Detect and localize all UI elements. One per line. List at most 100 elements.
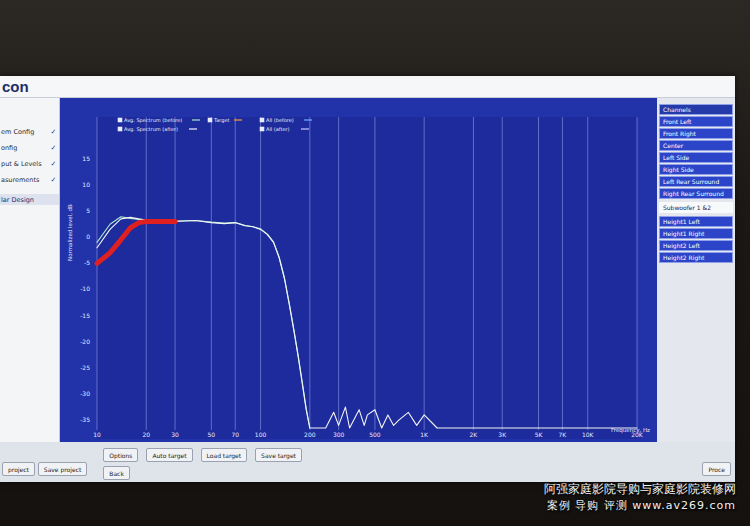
channel-button[interactable]: Height2 Right <box>659 252 733 263</box>
y-tick-label: 5 <box>86 207 90 214</box>
y-tick-label: -10 <box>80 285 90 292</box>
channel-button[interactable]: Subwoofer 1 &2 <box>659 202 733 213</box>
legend-checkbox <box>260 118 264 122</box>
sidebar-item[interactable]: lar Design <box>0 194 59 205</box>
legend-swatch <box>304 119 312 120</box>
y-tick-label: 10 <box>82 181 90 188</box>
grid-line <box>175 117 176 430</box>
grid-line <box>260 117 261 430</box>
grid-line <box>235 117 236 430</box>
channel-button[interactable]: Left Side <box>659 152 733 163</box>
x-tick-label: 100 <box>255 431 267 438</box>
x-tick-label: 1K <box>420 431 429 438</box>
response-curve <box>97 217 637 428</box>
legend-checkbox <box>260 127 264 131</box>
y-tick-label: -30 <box>80 390 90 397</box>
channel-button[interactable]: Height1 Right <box>659 228 733 239</box>
watermark-subtitle: 案例 导购 评测 www.av269.com <box>544 498 736 515</box>
channel-button[interactable]: Right Rear Surround <box>659 188 733 199</box>
chart-button[interactable]: Auto target <box>146 448 192 462</box>
plot-area <box>97 117 637 439</box>
channel-button[interactable]: Left Rear Surround <box>659 176 733 187</box>
sidebar-item[interactable]: put & Levels✓ <box>0 158 59 169</box>
channel-button[interactable]: Center <box>659 140 733 151</box>
channel-button[interactable]: Right Side <box>659 164 733 175</box>
y-tick-label: -35 <box>80 416 90 423</box>
chart-button[interactable]: Options <box>103 448 138 462</box>
watermark: 阿强家庭影院导购与家庭影院装修网案例 导购 评测 www.av269.com <box>544 480 736 515</box>
chart-panel: 10203050701002003005001K2K3K5K7K10K20K15… <box>60 98 657 442</box>
legend-label: All (before) <box>266 117 294 123</box>
title-bar: con <box>0 76 735 98</box>
main-area: em Config ✓ onfig ✓ put & Levels✓ asurements ✓… <box>0 98 735 442</box>
grid-line <box>587 117 588 430</box>
x-tick-label: 3K <box>498 431 507 438</box>
x-tick-label: 7K <box>559 431 568 438</box>
step-sidebar: em Config ✓ onfig ✓ put & Levels✓ asurements ✓… <box>0 98 60 442</box>
back-button[interactable]: Back <box>103 466 130 480</box>
grid-line <box>424 117 425 430</box>
x-tick-label: 50 <box>208 431 216 438</box>
legend-item[interactable]: All (after) <box>260 126 309 132</box>
sidebar-item[interactable]: onfig ✓ <box>0 142 59 153</box>
chart-button[interactable]: Save target <box>255 448 302 462</box>
step-label: asurements <box>1 176 39 184</box>
legend-item[interactable]: Avg. Spectrum (after) <box>118 126 197 133</box>
proceed-button[interactable]: Proce <box>702 462 731 476</box>
legend-swatch <box>301 128 309 129</box>
chart-controls: Options Auto target Load target Save target… <box>93 448 696 480</box>
target-annotation <box>97 222 175 264</box>
grid-line <box>502 117 503 430</box>
x-tick-label: 30 <box>171 431 179 438</box>
sidebar-item[interactable]: asurements ✓ <box>0 174 59 185</box>
y-tick-label: 0 <box>86 233 90 240</box>
frequency-chart: 10203050701002003005001K2K3K5K7K10K20K15… <box>60 110 657 442</box>
grid-line <box>637 117 638 430</box>
grid-line <box>374 117 375 430</box>
legend-label: All (after) <box>266 126 290 132</box>
x-tick-label: 200 <box>304 431 316 438</box>
legend-item[interactable]: Target <box>208 117 242 124</box>
channel-button[interactable]: Height2 Left <box>659 240 733 251</box>
chart-button[interactable]: Load target <box>201 448 248 462</box>
check-icon: ✓ <box>50 176 57 184</box>
channel-list: ChannelsFront LeftFront RightCenterLeft … <box>657 98 735 442</box>
y-tick-label: 15 <box>82 155 90 162</box>
project-button[interactable]: Save project <box>38 462 87 476</box>
legend-swatch <box>192 119 200 120</box>
legend-item[interactable]: Avg. Spectrum (before) <box>118 117 200 124</box>
legend-label: Target <box>213 117 230 124</box>
y-tick-label: -15 <box>80 312 90 319</box>
y-tick-label: -5 <box>84 259 90 266</box>
y-tick-label: -25 <box>80 364 90 371</box>
grid-line <box>309 117 310 430</box>
step-label: onfig <box>1 144 17 152</box>
check-icon: ✓ <box>50 144 57 152</box>
grid-line <box>538 117 539 430</box>
channel-header: Channels <box>659 104 733 115</box>
watermark-title: 阿强家庭影院导购与家庭影院装修网 <box>544 480 736 498</box>
channel-button[interactable]: Front Left <box>659 116 733 127</box>
back-row: Back <box>93 462 696 480</box>
legend-item[interactable]: All (before) <box>260 117 312 123</box>
sidebar-item[interactable]: em Config ✓ <box>0 126 59 137</box>
x-tick-label: 10 <box>93 431 101 438</box>
legend-swatch <box>189 128 197 129</box>
check-icon: ✓ <box>50 128 57 136</box>
x-tick-label: 20 <box>142 431 150 438</box>
app-logo: con <box>2 79 29 94</box>
step-label: em Config <box>1 128 34 136</box>
y-tick-label: -20 <box>80 338 90 345</box>
legend-checkbox <box>208 118 212 122</box>
x-tick-label: 2K <box>470 431 479 438</box>
x-tick-label: 5K <box>535 431 544 438</box>
channel-button[interactable]: Height1 Left <box>659 216 733 227</box>
project-button[interactable]: project <box>2 462 35 476</box>
step-label: put & Levels <box>1 160 42 168</box>
channel-button[interactable]: Front Right <box>659 128 733 139</box>
legend-swatch <box>234 119 242 120</box>
project-controls: projectSave project <box>0 448 87 476</box>
legend-label: Avg. Spectrum (before) <box>124 117 182 124</box>
legend-checkbox <box>118 127 122 131</box>
legend-checkbox <box>118 118 122 122</box>
